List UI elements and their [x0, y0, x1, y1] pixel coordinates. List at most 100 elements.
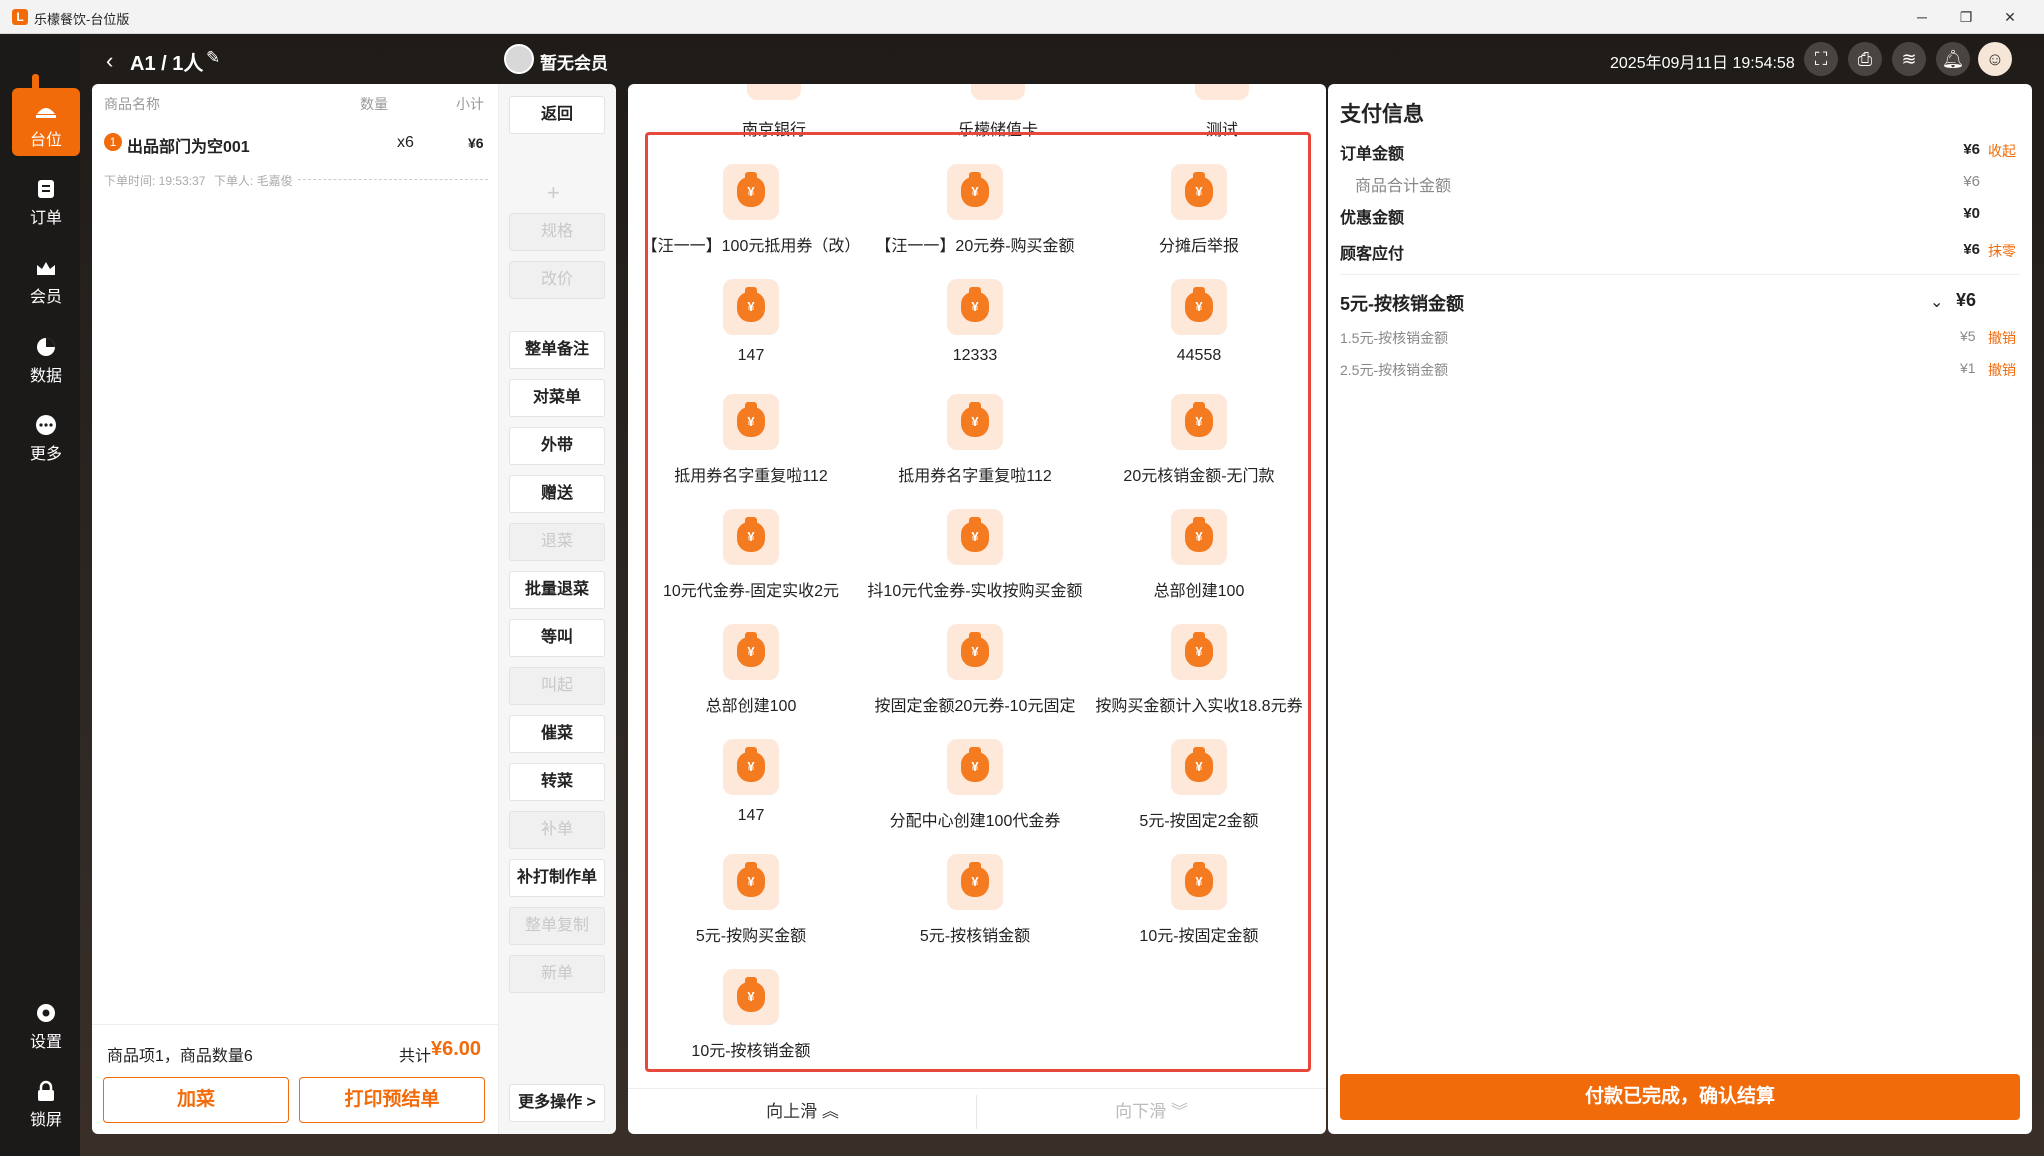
table-title[interactable]: A1 / 1人	[130, 47, 203, 76]
action-button[interactable]: 赠送	[509, 475, 605, 513]
user-avatar[interactable]: ☺	[1978, 42, 2012, 76]
bell-icon[interactable]: 🔔︎	[1936, 42, 1970, 76]
action-button[interactable]: 新单	[509, 955, 605, 993]
coupon-item[interactable]: ¥10元代金券-固定实收2元	[639, 509, 863, 609]
coupon-item[interactable]: ¥ 抵用券名字重复啦112	[639, 394, 863, 494]
back-button[interactable]: 返回	[509, 96, 605, 134]
collapse-link[interactable]: 收起	[1988, 141, 2016, 161]
revoke-link[interactable]: 撤销	[1988, 360, 2016, 380]
coupon-label: 分配中心创建100代金券	[889, 813, 1061, 830]
action-button[interactable]: 补打制作单	[509, 859, 605, 897]
coupon-item[interactable]: ¥147	[639, 739, 863, 839]
coupon-item[interactable]: ¥ 总部创建100	[639, 624, 863, 724]
money-bag-icon: ¥	[961, 172, 989, 207]
more-actions-button[interactable]: 更多操作 >	[509, 1084, 605, 1122]
coupon-item[interactable]: ¥ 抵用券名字重复啦112	[863, 394, 1087, 494]
nav-item-lock[interactable]: 锁屏	[12, 1068, 80, 1136]
qty-plus-button[interactable]: +	[547, 180, 560, 206]
action-button[interactable]: 催菜	[509, 715, 605, 753]
round-off-link[interactable]: 抹零	[1988, 241, 2016, 261]
coupon-item[interactable]: ¥ 分摊后举报	[1087, 164, 1311, 264]
member-avatar[interactable]	[504, 44, 534, 74]
column-header-qty: 数量	[360, 96, 388, 112]
money-bag-icon: ¥	[1185, 862, 1213, 897]
discount-value: ¥0	[1963, 205, 1980, 222]
coupon-item[interactable]: ¥5元-按核销金额	[863, 854, 1087, 954]
coupon-label: 【汪一一】100元抵用券（改）	[641, 238, 861, 255]
nav-item-more[interactable]: 更多	[12, 402, 80, 470]
confirm-settlement-button[interactable]: 付款已完成，确认结算	[1340, 1074, 2020, 1120]
coupon-item[interactable]: ¥ 分配中心创建100代金券	[863, 739, 1087, 839]
nav-item-settings[interactable]: 设置	[12, 990, 80, 1058]
coupon-item[interactable]: ¥ 按固定金额20元券-10元固定	[863, 624, 1087, 724]
coupon-item[interactable]: ¥ 【汪一一】100元抵用券（改）	[639, 164, 863, 264]
nav-label: 数据	[29, 368, 62, 385]
money-bag-icon: ¥	[961, 402, 989, 437]
action-button[interactable]: 叫起	[509, 667, 605, 705]
more-icon	[35, 414, 57, 436]
action-button[interactable]: 退菜	[509, 523, 605, 561]
nav-item-table[interactable]: 台位	[12, 88, 80, 156]
scroll-up-button[interactable]: 向上滑 ︽	[628, 1089, 977, 1135]
action-button[interactable]: 外带	[509, 427, 605, 465]
coupon-item[interactable]: ¥44558	[1087, 279, 1311, 379]
back-icon[interactable]: ‹	[106, 48, 113, 74]
action-button[interactable]: 批量退菜	[509, 571, 605, 609]
close-button[interactable]: ✕	[1988, 0, 2032, 34]
action-button[interactable]: 整单备注	[509, 331, 605, 369]
minimize-button[interactable]: ─	[1900, 0, 1944, 34]
action-button[interactable]: 等叫	[509, 619, 605, 657]
coupon-tile: ¥	[723, 739, 779, 795]
action-button[interactable]: 补单	[509, 811, 605, 849]
coupon-item[interactable]: ¥5元-按固定2金额	[1087, 739, 1311, 839]
chevron-down-icon[interactable]: ⌄	[1930, 292, 1943, 312]
coupon-tile: ¥	[1171, 509, 1227, 565]
action-button[interactable]: 对菜单	[509, 379, 605, 417]
coupon-item[interactable]: ¥20元核销金额-无门款	[1087, 394, 1311, 494]
coupon-item[interactable]: ¥5元-按购买金额	[639, 854, 863, 954]
nav-item-order[interactable]: 订单	[12, 166, 80, 234]
item-name: 出品部门为空001	[127, 139, 250, 156]
coupon-item[interactable]: ¥10元-按固定金额	[1087, 854, 1311, 954]
coupon-label: 抵用券名字重复啦112	[674, 468, 828, 485]
coupon-tile: ¥	[723, 624, 779, 680]
applied-coupon-value: ¥5	[1960, 328, 1976, 344]
restore-button[interactable]: ❐	[1944, 0, 1988, 34]
goods-total-label: 商品合计金额	[1355, 178, 1452, 195]
money-bag-icon: ¥	[737, 747, 765, 782]
coupon-item[interactable]: ¥10元-按核销金额	[639, 969, 863, 1069]
member-label[interactable]: 暂无会员	[540, 49, 608, 74]
payment-title: 支付信息	[1340, 103, 1424, 126]
order-amount-value: ¥6	[1963, 141, 1980, 158]
wifi-icon[interactable]: ≋	[1892, 42, 1926, 76]
action-button[interactable]: 转菜	[509, 763, 605, 801]
coupon-item[interactable]: ¥ 总部创建100	[1087, 509, 1311, 609]
action-button[interactable]: 改价	[509, 261, 605, 299]
customer-pay-value: ¥6	[1963, 241, 1980, 258]
coupon-tile: ¥	[723, 164, 779, 220]
action-panel: 返回 + 0 − 规格改价整单备注对菜单外带赠送退菜批量退菜等叫叫起催菜转菜补单…	[498, 84, 616, 1134]
coupon-item[interactable]: ¥ 按购买金额计入实收18.8元券	[1087, 624, 1311, 724]
nav-item-data[interactable]: 数据	[12, 324, 80, 392]
item-index-badge: 1	[104, 133, 122, 151]
edit-icon[interactable]: ✎	[206, 48, 220, 68]
printer-icon[interactable]: ⎙	[1848, 42, 1882, 76]
coupon-item[interactable]: ¥ 抖10元代金券-实收按购买金额	[863, 509, 1087, 609]
scan-icon[interactable]: ⛶	[1804, 42, 1838, 76]
money-bag-icon: ¥	[737, 287, 765, 322]
scroll-down-button[interactable]: 向下滑 ︾	[977, 1089, 1326, 1135]
coupon-item[interactable]: ¥12333	[863, 279, 1087, 379]
window-titlebar: L 乐檬餐饮-台位版 ─ ❐ ✕	[0, 0, 2044, 34]
nav-item-member[interactable]: 会员	[12, 245, 80, 313]
money-bag-icon: ¥	[1185, 747, 1213, 782]
order-time: 下单时间: 19:53:37	[104, 174, 206, 188]
coupon-item[interactable]: ¥147	[639, 279, 863, 379]
revoke-link[interactable]: 撤销	[1988, 328, 2016, 348]
print-prebill-button[interactable]: 打印预结单	[299, 1077, 485, 1123]
add-dish-button[interactable]: 加菜	[103, 1077, 289, 1123]
action-button[interactable]: 整单复制	[509, 907, 605, 945]
action-button[interactable]: 规格	[509, 213, 605, 251]
money-bag-icon: ¥	[737, 517, 765, 552]
coupon-item[interactable]: ¥ 【汪一一】20元券-购买金额	[863, 164, 1087, 264]
money-bag-icon: ¥	[1185, 632, 1213, 667]
